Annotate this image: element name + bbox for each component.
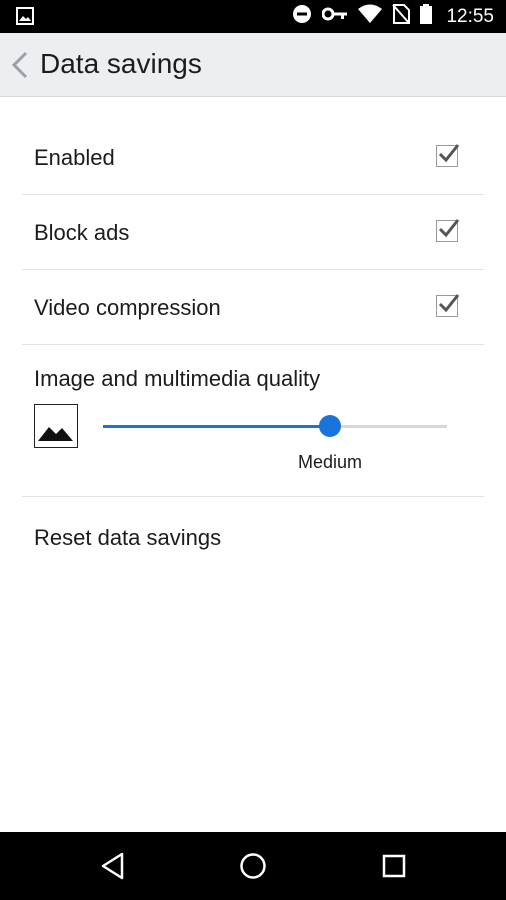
- setting-label: Image and multimedia quality: [34, 366, 321, 391]
- wifi-icon: [358, 4, 383, 29]
- image-notification-icon: [16, 7, 34, 30]
- block-ads-checkbox[interactable]: [436, 219, 460, 242]
- status-bar: 12:55: [0, 0, 506, 33]
- checkmark-icon: [438, 294, 460, 313]
- video-compression-checkbox[interactable]: [436, 294, 460, 317]
- setting-row-reset[interactable]: Reset data savings: [22, 497, 484, 577]
- quality-slider-thumb[interactable]: [319, 415, 342, 437]
- enabled-checkbox[interactable]: [436, 144, 460, 167]
- checkmark-icon: [438, 219, 460, 238]
- battery-icon: [420, 4, 433, 29]
- checkmark-icon: [438, 144, 460, 163]
- setting-label: Enabled: [34, 145, 115, 170]
- back-triangle-icon[interactable]: [100, 852, 126, 885]
- no-sim-icon: [392, 4, 411, 29]
- page-title: Data savings: [40, 48, 202, 79]
- quality-value-label: Medium: [298, 452, 363, 472]
- setting-row-image-quality: Image and multimedia quality: [22, 345, 484, 497]
- navigation-bar: [0, 832, 506, 900]
- image-icon: [34, 404, 78, 448]
- clock: 12:55: [446, 5, 494, 27]
- setting-row-video-compression[interactable]: Video compression: [22, 270, 484, 345]
- home-circle-icon[interactable]: [239, 852, 267, 885]
- vpn-key-icon: [321, 7, 348, 26]
- recents-square-icon[interactable]: [381, 852, 407, 885]
- back-button[interactable]: [8, 50, 32, 80]
- setting-row-block-ads[interactable]: Block ads: [22, 195, 484, 270]
- quality-slider-track[interactable]: [103, 415, 447, 437]
- chevron-left-icon: [11, 51, 28, 79]
- setting-label: Video compression: [34, 295, 221, 320]
- reset-data-savings-button[interactable]: Reset data savings: [34, 525, 221, 551]
- setting-label: Block ads: [34, 220, 130, 245]
- setting-row-enabled[interactable]: Enabled: [22, 120, 484, 195]
- do-not-disturb-icon: [292, 4, 312, 29]
- quality-slider-fill: [103, 425, 331, 428]
- app-bar: Data savings: [0, 33, 506, 97]
